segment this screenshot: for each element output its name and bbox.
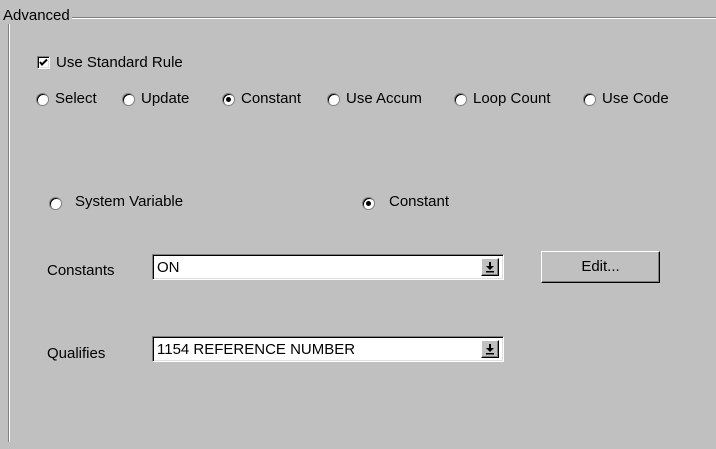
radio-loop-count[interactable] (454, 93, 467, 106)
edit-button[interactable]: Edit... (541, 251, 660, 283)
radio-constant-label[interactable]: Constant (241, 90, 301, 107)
constants-label: Constants (47, 262, 115, 279)
use-standard-rule-checkbox[interactable] (37, 56, 50, 69)
chevron-down-icon (486, 344, 494, 355)
qualifies-value: 1154 REFERENCE NUMBER (157, 341, 356, 358)
radio-selected-dot (226, 97, 231, 102)
radio-selected-dot (366, 201, 371, 206)
radio-use-code[interactable] (583, 93, 596, 106)
use-standard-rule-label[interactable]: Use Standard Rule (56, 54, 183, 71)
advanced-groupbox (8, 17, 716, 442)
radio-select[interactable] (36, 93, 49, 106)
radio-loop-count-label[interactable]: Loop Count (473, 90, 551, 107)
constants-combobox[interactable]: ON (152, 254, 504, 280)
constants-value: ON (157, 259, 180, 276)
radio-update-label[interactable]: Update (141, 90, 189, 107)
radio-constant[interactable] (222, 93, 235, 106)
radio-system-variable-label[interactable]: System Variable (75, 193, 183, 210)
qualifies-dropdown-button[interactable] (481, 340, 499, 358)
advanced-group-title: Advanced (3, 7, 72, 24)
radio-use-accum-label[interactable]: Use Accum (346, 90, 422, 107)
radio-source-constant[interactable] (362, 197, 375, 210)
radio-source-constant-label[interactable]: Constant (389, 193, 449, 210)
checkmark-icon (39, 58, 48, 66)
constants-dropdown-button[interactable] (481, 258, 499, 276)
qualifies-label: Qualifies (47, 345, 106, 362)
radio-update[interactable] (122, 93, 135, 106)
radio-use-accum[interactable] (327, 93, 340, 106)
radio-system-variable[interactable] (49, 197, 62, 210)
chevron-down-icon (486, 262, 494, 273)
radio-use-code-label[interactable]: Use Code (602, 90, 669, 107)
radio-select-label[interactable]: Select (55, 90, 114, 107)
advanced-panel: Advanced Use Standard Rule Select Update… (0, 0, 716, 449)
qualifies-combobox[interactable]: 1154 REFERENCE NUMBER (152, 336, 504, 362)
